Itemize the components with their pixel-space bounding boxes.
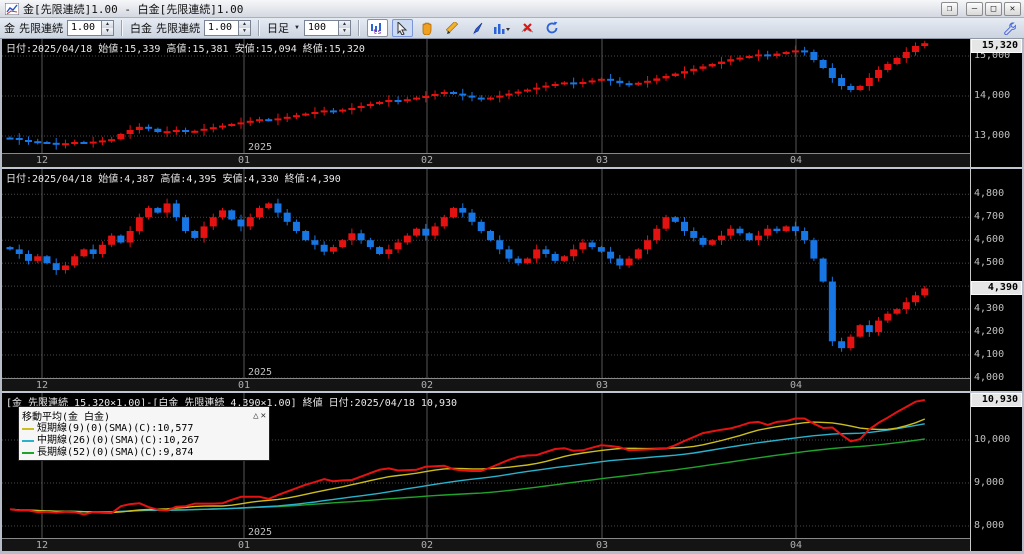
- chart-window: 金[先限連続]1.00 - 白金[先限連続]1.00 ❐ – □ ✕ 金 先限連…: [0, 0, 1024, 554]
- y-axis-tick: 13,000: [974, 130, 1010, 141]
- svg-text:2025: 2025: [248, 367, 272, 378]
- wrench-icon[interactable]: [999, 19, 1020, 37]
- platinum-ohlc-info: 日付:2025/04/18 始値:4,387 高値:4,395 安値:4,330…: [6, 170, 341, 185]
- gold-ratio-spinner[interactable]: 1.00 ▲▼: [67, 20, 114, 36]
- last-price-badge: 10,930: [971, 393, 1022, 407]
- legend-close-icon[interactable]: ✕: [261, 411, 266, 421]
- svg-text:ts: ts: [373, 28, 381, 35]
- platinum-ratio-arrows[interactable]: ▲▼: [238, 20, 251, 36]
- platinum-series-label[interactable]: 先限連続: [156, 20, 200, 36]
- gold-candlestick-panel[interactable]: 日付:2025/04/18 始値:15,339 高値:15,381 安値:15,…: [2, 39, 1022, 167]
- period-settings-icon[interactable]: ts: [367, 19, 388, 37]
- moving-average-legend: 移動平均(金 白金) △ ✕ 短期線(9)(0)(SMA)(C):10,577 …: [18, 406, 270, 461]
- svg-text:2025: 2025: [248, 527, 272, 538]
- y-axis-tick: 4,800: [974, 188, 1004, 199]
- y-axis-tick: 4,300: [974, 303, 1004, 314]
- clear-drawings-icon[interactable]: [517, 19, 538, 37]
- bar-count-arrows[interactable]: ▲▼: [338, 20, 351, 36]
- refresh-icon[interactable]: [542, 19, 563, 37]
- platinum-time-axis: 12 01 02 03 04: [2, 378, 970, 391]
- gold-candlestick-chart[interactable]: 2025: [2, 39, 970, 153]
- month-label: 04: [790, 540, 802, 551]
- legend-row-short: 短期線(9)(0)(SMA)(C):10,577: [22, 423, 266, 435]
- gold-ratio-value[interactable]: 1.00: [67, 20, 101, 36]
- platinum-candlestick-panel[interactable]: 日付:2025/04/18 始値:4,387 高値:4,395 安値:4,330…: [2, 169, 1022, 391]
- chart-area: 日付:2025/04/18 始値:15,339 高値:15,381 安値:15,…: [0, 39, 1024, 554]
- month-label: 12: [36, 155, 48, 166]
- y-axis-tick: 4,200: [974, 326, 1004, 337]
- toolbar-separator: [258, 20, 260, 36]
- y-axis-tick: 4,000: [974, 372, 1004, 383]
- legend-collapse-icon[interactable]: △: [253, 411, 258, 421]
- gold-ohlc-info: 日付:2025/04/18 始値:15,339 高値:15,381 安値:15,…: [6, 40, 365, 55]
- legend-title: 移動平均(金 白金): [22, 408, 251, 423]
- mid-ma-swatch: [22, 440, 34, 442]
- y-axis-tick: 4,600: [974, 234, 1004, 245]
- y-axis-tick: 4,500: [974, 257, 1004, 268]
- month-label: 01: [238, 380, 250, 391]
- mid-ma-label: 中期線(26)(0)(SMA)(C):10,267: [37, 435, 199, 447]
- long-ma-swatch: [22, 452, 34, 454]
- short-ma-label: 短期線(9)(0)(SMA)(C):10,577: [37, 423, 193, 435]
- bar-chart-menu-icon[interactable]: [492, 19, 513, 37]
- bar-count-value[interactable]: 100: [304, 20, 338, 36]
- brush-draw-icon[interactable]: [467, 19, 488, 37]
- gold-time-axis: 12 01 02 03 04: [2, 153, 970, 167]
- month-label: 03: [596, 380, 608, 391]
- toolbar: 金 先限連続 1.00 ▲▼ 白金 先限連続 1.00 ▲▼ 日足 ▼ 100 …: [0, 18, 1024, 39]
- y-axis-tick: 8,000: [974, 520, 1004, 531]
- gold-price-axis: 15,00014,00013,00015,320: [970, 39, 1022, 167]
- platinum-candlestick-chart[interactable]: 2025: [2, 169, 970, 378]
- platinum-symbol-label[interactable]: 白金: [130, 20, 152, 36]
- platinum-price-axis: 4,8004,7004,6004,5004,4004,3004,2004,100…: [970, 169, 1022, 391]
- app-chart-icon: [5, 3, 19, 15]
- gold-symbol-label[interactable]: 金: [4, 20, 15, 36]
- month-label: 04: [790, 380, 802, 391]
- month-label: 12: [36, 540, 48, 551]
- month-label: 02: [421, 380, 433, 391]
- y-axis-tick: 14,000: [974, 90, 1010, 101]
- y-axis-tick: 10,000: [974, 434, 1010, 445]
- spread-ma-panel[interactable]: [金 先限連続 15,320×1.00]-[白金 先限連続 4,390×1.00…: [2, 393, 1022, 551]
- svg-text:2025: 2025: [248, 142, 272, 153]
- pencil-draw-icon[interactable]: [442, 19, 463, 37]
- month-label: 04: [790, 155, 802, 166]
- month-label: 02: [421, 540, 433, 551]
- hand-pan-icon[interactable]: [417, 19, 438, 37]
- last-price-badge: 15,320: [971, 39, 1022, 53]
- y-axis-tick: 4,100: [974, 349, 1004, 360]
- legend-row-mid: 中期線(26)(0)(SMA)(C):10,267: [22, 435, 266, 447]
- layer-window-button[interactable]: ❐: [941, 2, 958, 16]
- period-dropdown[interactable]: 日足: [267, 20, 289, 36]
- month-label: 01: [238, 540, 250, 551]
- month-label: 12: [36, 380, 48, 391]
- month-label: 03: [596, 155, 608, 166]
- month-label: 03: [596, 540, 608, 551]
- gold-ratio-arrows[interactable]: ▲▼: [101, 20, 114, 36]
- cursor-select-icon[interactable]: [392, 19, 413, 37]
- y-axis-tick: 9,000: [974, 477, 1004, 488]
- maximize-button[interactable]: □: [985, 2, 1002, 16]
- toolbar-separator: [358, 20, 360, 36]
- toolbar-separator: [121, 20, 123, 36]
- platinum-ratio-spinner[interactable]: 1.00 ▲▼: [204, 20, 251, 36]
- minimize-button[interactable]: –: [966, 2, 983, 16]
- gold-series-label[interactable]: 先限連続: [19, 20, 63, 36]
- month-label: 01: [238, 155, 250, 166]
- window-title: 金[先限連続]1.00 - 白金[先限連続]1.00: [23, 1, 939, 17]
- title-bar: 金[先限連続]1.00 - 白金[先限連続]1.00 ❐ – □ ✕: [0, 0, 1024, 18]
- long-ma-label: 長期線(52)(0)(SMA)(C):9,874: [37, 447, 193, 459]
- chevron-down-icon[interactable]: ▼: [294, 25, 300, 31]
- y-axis-tick: 4,700: [974, 211, 1004, 222]
- platinum-ratio-value[interactable]: 1.00: [204, 20, 238, 36]
- last-price-badge: 4,390: [971, 281, 1022, 295]
- bar-count-spinner[interactable]: 100 ▲▼: [304, 20, 351, 36]
- spread-time-axis: 12 01 02 03 04: [2, 538, 970, 551]
- close-button[interactable]: ✕: [1004, 2, 1021, 16]
- spread-price-axis: 10,000 9,000 8,000 10,930: [970, 393, 1022, 551]
- short-ma-swatch: [22, 428, 34, 430]
- legend-row-long: 長期線(52)(0)(SMA)(C):9,874: [22, 447, 266, 459]
- month-label: 02: [421, 155, 433, 166]
